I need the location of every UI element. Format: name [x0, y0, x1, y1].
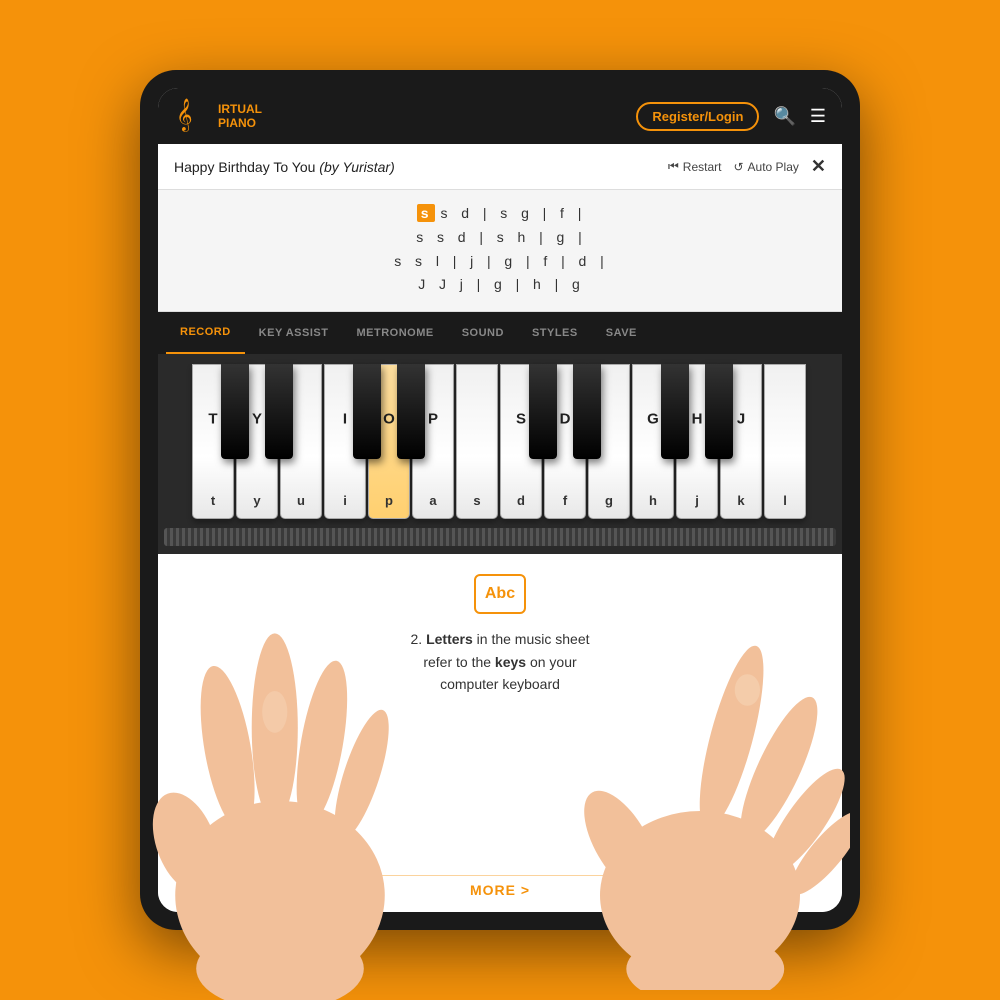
- logo-line2: PIANO: [218, 116, 256, 130]
- white-key-K[interactable]: l: [764, 364, 806, 519]
- header: 𝄞 IRTUAL PIANO Register/Login 🔍 ☰: [158, 88, 842, 144]
- logo-area: 𝄞 IRTUAL PIANO: [174, 98, 262, 134]
- register-login-button[interactable]: Register/Login: [636, 102, 759, 131]
- white-key-A[interactable]: s: [456, 364, 498, 519]
- logo-text: IRTUAL PIANO: [218, 102, 262, 131]
- white-key-S[interactable]: S d: [500, 364, 542, 519]
- toolbar-save[interactable]: SAVE: [592, 312, 651, 354]
- bottom-section: Abc 2. Letters in the music sheet refer …: [158, 554, 842, 912]
- song-controls: ⏮ Restart ↺ Auto Play ✕: [668, 156, 826, 177]
- song-title: Happy Birthday To You (by Yuristar): [174, 159, 395, 175]
- more-line: [226, 875, 773, 876]
- info-text: 2. Letters in the music sheet refer to t…: [411, 628, 590, 695]
- piano-container: T t Y y u I i: [158, 354, 842, 554]
- highlighted-note: s: [417, 204, 435, 222]
- menu-icon[interactable]: ☰: [810, 106, 826, 127]
- logo-icon: 𝄞: [174, 98, 210, 134]
- sheet-line-2: s s d | s h | g |: [174, 226, 826, 250]
- white-key-D[interactable]: D f: [544, 364, 586, 519]
- sheet-line-4: J J j | g | h | g: [174, 273, 826, 297]
- white-key-Y[interactable]: Y y: [236, 364, 278, 519]
- white-key-P[interactable]: P a: [412, 364, 454, 519]
- white-key-H[interactable]: H j: [676, 364, 718, 519]
- white-key-I[interactable]: I i: [324, 364, 366, 519]
- sheet-line-1: s s d | s g | f |: [174, 202, 826, 226]
- toolbar-key-assist[interactable]: KEY ASSIST: [245, 312, 343, 354]
- search-icon[interactable]: 🔍: [773, 106, 795, 127]
- white-key-U[interactable]: u: [280, 364, 322, 519]
- piano-grill: [164, 528, 836, 546]
- toolbar: RECORD KEY ASSIST METRONOME SOUND STYLES…: [158, 312, 842, 354]
- toolbar-record[interactable]: RECORD: [166, 312, 245, 354]
- toolbar-styles[interactable]: STYLES: [518, 312, 592, 354]
- white-key-F[interactable]: g: [588, 364, 630, 519]
- sheet-line-3: s s l | j | g | f | d |: [174, 250, 826, 274]
- white-key-G[interactable]: G h: [632, 364, 674, 519]
- white-key-O[interactable]: O p: [368, 364, 410, 519]
- more-link[interactable]: MORE >: [470, 882, 530, 898]
- logo-line1: IRTUAL: [218, 102, 262, 116]
- svg-text:𝄞: 𝄞: [176, 99, 193, 132]
- piano-keys: T t Y y u I i: [164, 364, 836, 524]
- restart-button[interactable]: ⏮ Restart: [668, 159, 722, 174]
- tablet: 𝄞 IRTUAL PIANO Register/Login 🔍 ☰ Happy …: [140, 70, 860, 930]
- autoplay-button[interactable]: ↺ Auto Play: [733, 160, 798, 174]
- toolbar-sound[interactable]: SOUND: [448, 312, 518, 354]
- white-key-T[interactable]: T t: [192, 364, 234, 519]
- white-key-J[interactable]: J k: [720, 364, 762, 519]
- abc-icon: Abc: [474, 574, 526, 614]
- song-bar: Happy Birthday To You (by Yuristar) ⏮ Re…: [158, 144, 842, 190]
- white-keys: T t Y y u I i: [192, 364, 808, 524]
- header-right: Register/Login 🔍 ☰: [636, 102, 826, 131]
- toolbar-metronome[interactable]: METRONOME: [342, 312, 447, 354]
- close-button[interactable]: ✕: [811, 156, 826, 177]
- tablet-screen: 𝄞 IRTUAL PIANO Register/Login 🔍 ☰ Happy …: [158, 88, 842, 912]
- music-sheet: s s d | s g | f | s s d | s h | g | s s …: [158, 190, 842, 312]
